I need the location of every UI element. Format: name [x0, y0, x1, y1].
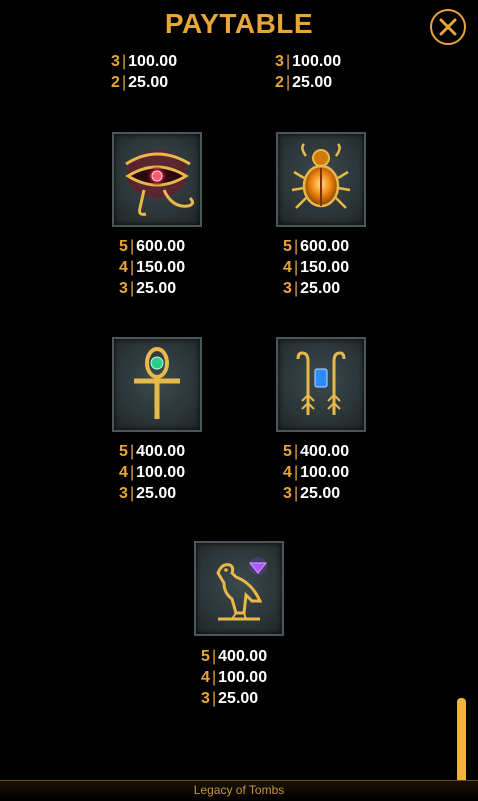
symbol-tile-scarab [276, 132, 366, 227]
pay-row: 5 | 600.00 [119, 238, 186, 255]
pay-row: 4 | 100.00 [283, 464, 350, 481]
scarab-icon [291, 143, 351, 209]
pay-row: 3 | 25.00 [201, 690, 259, 707]
close-button[interactable] [430, 9, 466, 45]
pay-row: 3 | 25.00 [283, 280, 341, 297]
falcon-icon [216, 557, 268, 621]
pay-row: 2 | 25.00 [275, 74, 333, 91]
pay-row: 3 | 25.00 [119, 485, 177, 502]
paytable-list-crook-flail: 5 | 400.00 4 | 100.00 3 | 25.00 [283, 441, 403, 504]
pay-row: 3 | 25.00 [119, 280, 177, 297]
paytable-list-ankh: 5 | 400.00 4 | 100.00 3 | 25.00 [119, 441, 239, 504]
paytable-list-partial-right: 3 | 100.00 2 | 25.00 [275, 51, 395, 93]
footer: Legacy of Tombs [0, 780, 478, 801]
pay-row: 5 | 400.00 [119, 443, 186, 460]
pay-row: 2 | 25.00 [111, 74, 169, 91]
pay-row: 3 | 100.00 [275, 53, 342, 70]
game-name: Legacy of Tombs [193, 783, 285, 797]
scrollbar-thumb[interactable] [457, 698, 466, 780]
ankh-icon [134, 347, 180, 419]
symbol-tile-falcon [194, 541, 284, 636]
pay-row: 5 | 400.00 [283, 443, 350, 460]
symbol-tile-eye [112, 132, 202, 227]
paytable-list-partial-left: 3 | 100.00 2 | 25.00 [111, 51, 231, 93]
header: PAYTABLE [0, 0, 478, 52]
pay-row: 5 | 600.00 [283, 238, 350, 255]
pay-row: 4 | 150.00 [119, 259, 186, 276]
pay-row: 4 | 100.00 [119, 464, 186, 481]
symbol-tile-crook-flail [276, 337, 366, 432]
eye-of-horus-icon [125, 150, 195, 216]
pay-row: 4 | 150.00 [283, 259, 350, 276]
paytable-list-falcon: 5 | 400.00 4 | 100.00 3 | 25.00 [201, 646, 321, 709]
pay-row: 3 | 100.00 [111, 53, 178, 70]
paytable-list-eye: 5 | 600.00 4 | 150.00 3 | 25.00 [119, 236, 239, 299]
crook-and-flail-icon [296, 351, 346, 415]
page-title: PAYTABLE [164, 8, 314, 39]
pay-row: 5 | 400.00 [201, 648, 268, 665]
paytable-content[interactable]: 3 | 100.00 2 | 25.00 3 | 100.00 2 | 25.00 5 | 600.… [0, 0, 478, 780]
symbol-tile-ankh [112, 337, 202, 432]
pay-row: 4 | 100.00 [201, 669, 268, 686]
paytable-list-scarab: 5 | 600.00 4 | 150.00 3 | 25.00 [283, 236, 403, 299]
close-icon [439, 18, 457, 36]
pay-row: 3 | 25.00 [283, 485, 341, 502]
